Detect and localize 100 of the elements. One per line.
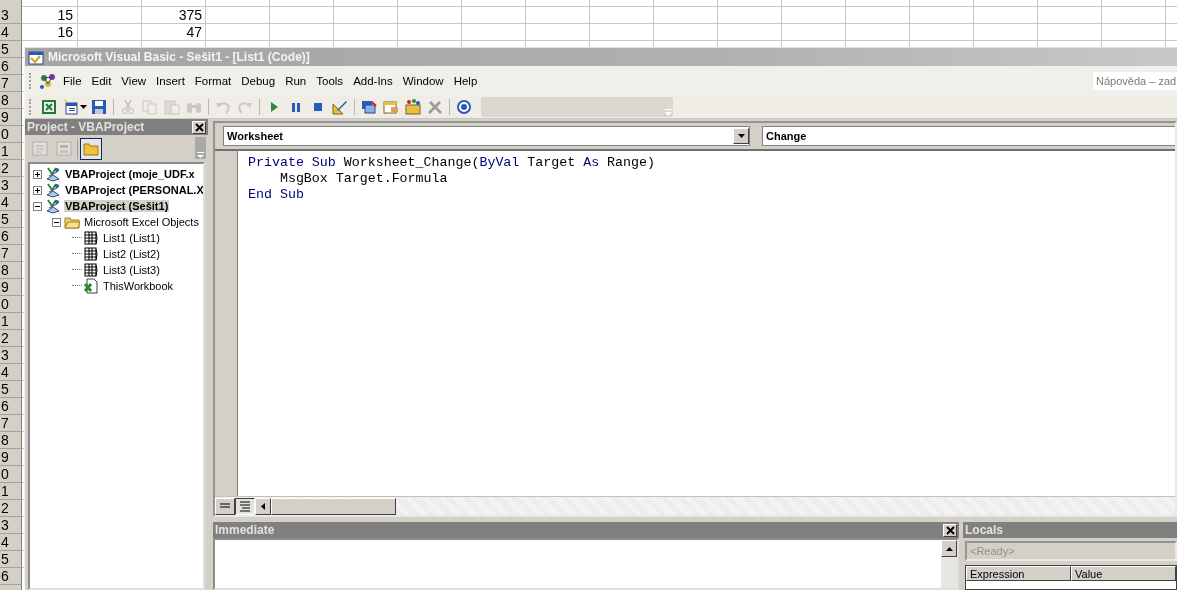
help-icon[interactable] <box>456 99 472 115</box>
menu-item[interactable]: Debug <box>236 73 281 89</box>
row-header: 4 <box>0 534 22 551</box>
project-icon <box>45 166 61 182</box>
context-field: <Ready> <box>965 541 1177 561</box>
help-search-field[interactable]: Nápověda – zad <box>1093 72 1177 90</box>
row-header: 0 <box>0 296 22 313</box>
menu-item[interactable]: Edit <box>86 73 117 89</box>
row-header: 5 <box>0 41 22 58</box>
save-icon[interactable] <box>91 99 107 115</box>
tree-item[interactable]: VBAProject (Sešit1) <box>64 200 170 212</box>
code-editor[interactable]: Private Sub Worksheet_Change(ByVal Target As Range) MsgBox Target.Formula End Sub <box>238 151 1175 496</box>
code-line: MsgBox Target.Formula <box>278 171 449 187</box>
caret-icon[interactable] <box>80 105 87 109</box>
row-header: 9 <box>0 279 22 296</box>
excel-icon[interactable] <box>41 99 57 115</box>
object-browser-icon[interactable] <box>405 99 421 115</box>
sheet-icon <box>83 230 99 246</box>
procedure-dropdown[interactable]: Change <box>762 126 1175 146</box>
row-header: 7 <box>0 415 22 432</box>
expand-icon[interactable] <box>33 185 42 195</box>
row-header: 4 <box>0 194 22 211</box>
row-header: 3 <box>0 517 22 534</box>
row-header: 1 <box>0 143 22 160</box>
code-line: Private Sub Worksheet_Change(ByVal Target As Range) <box>248 155 656 171</box>
pane-title: Locals <box>965 523 1003 537</box>
row-header: 2 <box>0 160 22 177</box>
row-header: 6 <box>0 398 22 415</box>
row-header: 5 <box>0 551 22 568</box>
column-header[interactable]: Value <box>1071 566 1176 581</box>
workbook-icon <box>83 278 99 294</box>
row-header: 6 <box>0 568 22 585</box>
horizontal-scrollbar[interactable] <box>255 497 396 515</box>
collapse-icon[interactable] <box>52 217 61 227</box>
menu-item[interactable]: Help <box>448 73 483 89</box>
pane-title: Immediate <box>215 523 275 537</box>
pane-grip[interactable] <box>195 137 206 159</box>
row-header: 7 <box>0 75 22 92</box>
menu-item[interactable]: File <box>58 73 87 89</box>
row-header: 3 <box>0 7 22 24</box>
row-header: 4 <box>0 364 22 381</box>
close-button[interactable] <box>943 523 957 537</box>
row-header: 4 <box>0 24 22 41</box>
tree-item[interactable]: List3 (List3) <box>102 264 161 276</box>
row-header: 6 <box>0 228 22 245</box>
form-icon[interactable] <box>63 99 79 115</box>
menu-item[interactable]: Format <box>189 73 237 89</box>
app-icon <box>28 49 44 65</box>
immediate-field[interactable] <box>213 538 959 590</box>
row-header: 5 <box>0 211 22 228</box>
table-cell-text: 15 <box>56 7 74 24</box>
row-header: 6 <box>0 58 22 75</box>
vertical-scrollbar[interactable] <box>941 540 957 588</box>
menu-item[interactable]: Window <box>397 73 449 89</box>
menu-item[interactable]: Tools <box>311 73 349 89</box>
row-header: 2 <box>0 500 22 517</box>
pane-title: Project - VBAProject <box>27 120 145 134</box>
table-cell-text: 47 <box>185 24 203 41</box>
row-header: 3 <box>0 347 22 364</box>
molecule-icon[interactable] <box>38 72 58 90</box>
menu-item[interactable]: Run <box>280 73 312 89</box>
row-header: 9 <box>0 449 22 466</box>
row-header: 5 <box>0 381 22 398</box>
row-header: 3 <box>0 177 22 194</box>
folder-icon <box>64 214 80 230</box>
column-header[interactable]: Expression <box>966 566 1071 581</box>
tree-item[interactable]: Microsoft Excel Objects <box>83 216 200 228</box>
toggle-folders-button[interactable] <box>80 137 102 160</box>
project-explorer-icon[interactable] <box>361 99 377 115</box>
row-header: 8 <box>0 92 22 109</box>
menu-item[interactable]: View <box>116 73 152 89</box>
caret-icon[interactable] <box>737 134 745 138</box>
row-header: 7 <box>0 245 22 262</box>
row-header: 1 <box>0 483 22 500</box>
expand-icon[interactable] <box>33 169 42 179</box>
table-cell-text: 375 <box>177 7 203 24</box>
row-header: 8 <box>0 432 22 449</box>
object-dropdown[interactable]: Worksheet <box>223 126 750 146</box>
row-header: 2 <box>0 330 22 347</box>
code-line: End Sub <box>248 187 305 203</box>
tree-item[interactable]: List1 (List1) <box>102 232 161 244</box>
menu-item[interactable]: Insert <box>151 73 190 89</box>
sheet-icon <box>83 246 99 262</box>
row-header: 0 <box>0 466 22 483</box>
table-cell-text: 16 <box>56 24 74 41</box>
up-arrow-icon[interactable] <box>945 546 953 551</box>
window-title: Microsoft Visual Basic - Sešit1 - [List1 (Code)] <box>48 50 310 64</box>
row-header: 8 <box>0 262 22 279</box>
row-header: 9 <box>0 109 22 126</box>
project-icon <box>45 198 61 214</box>
tree-item[interactable]: VBAProject (PERSONAL.X <box>64 184 203 196</box>
tree-item[interactable]: List2 (List2) <box>102 248 161 260</box>
menu-item[interactable]: Add-Ins <box>348 73 398 89</box>
tree-item[interactable]: VBAProject (moje_UDF.x <box>64 168 196 180</box>
collapse-icon[interactable] <box>33 201 42 211</box>
row-header: 0 <box>0 126 22 143</box>
ruler-pencil-icon[interactable] <box>332 99 348 115</box>
left-arrow-icon[interactable] <box>261 502 265 510</box>
tree-item[interactable]: ThisWorkbook <box>102 280 175 292</box>
close-button[interactable] <box>192 120 206 134</box>
